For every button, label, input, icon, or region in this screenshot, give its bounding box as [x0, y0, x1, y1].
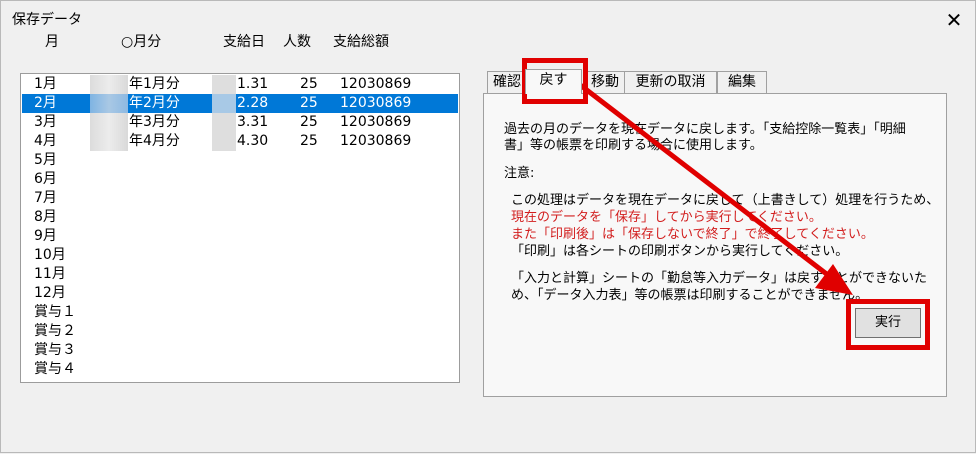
save-data-dialog: 保存データ ✕ 月 ○月分 支給日 人数 支給総額 1月 年1月分 1.31 25 12…: [0, 0, 976, 453]
tab-restore[interactable]: 戻す: [525, 69, 582, 94]
arrow-icon: [572, 78, 853, 295]
